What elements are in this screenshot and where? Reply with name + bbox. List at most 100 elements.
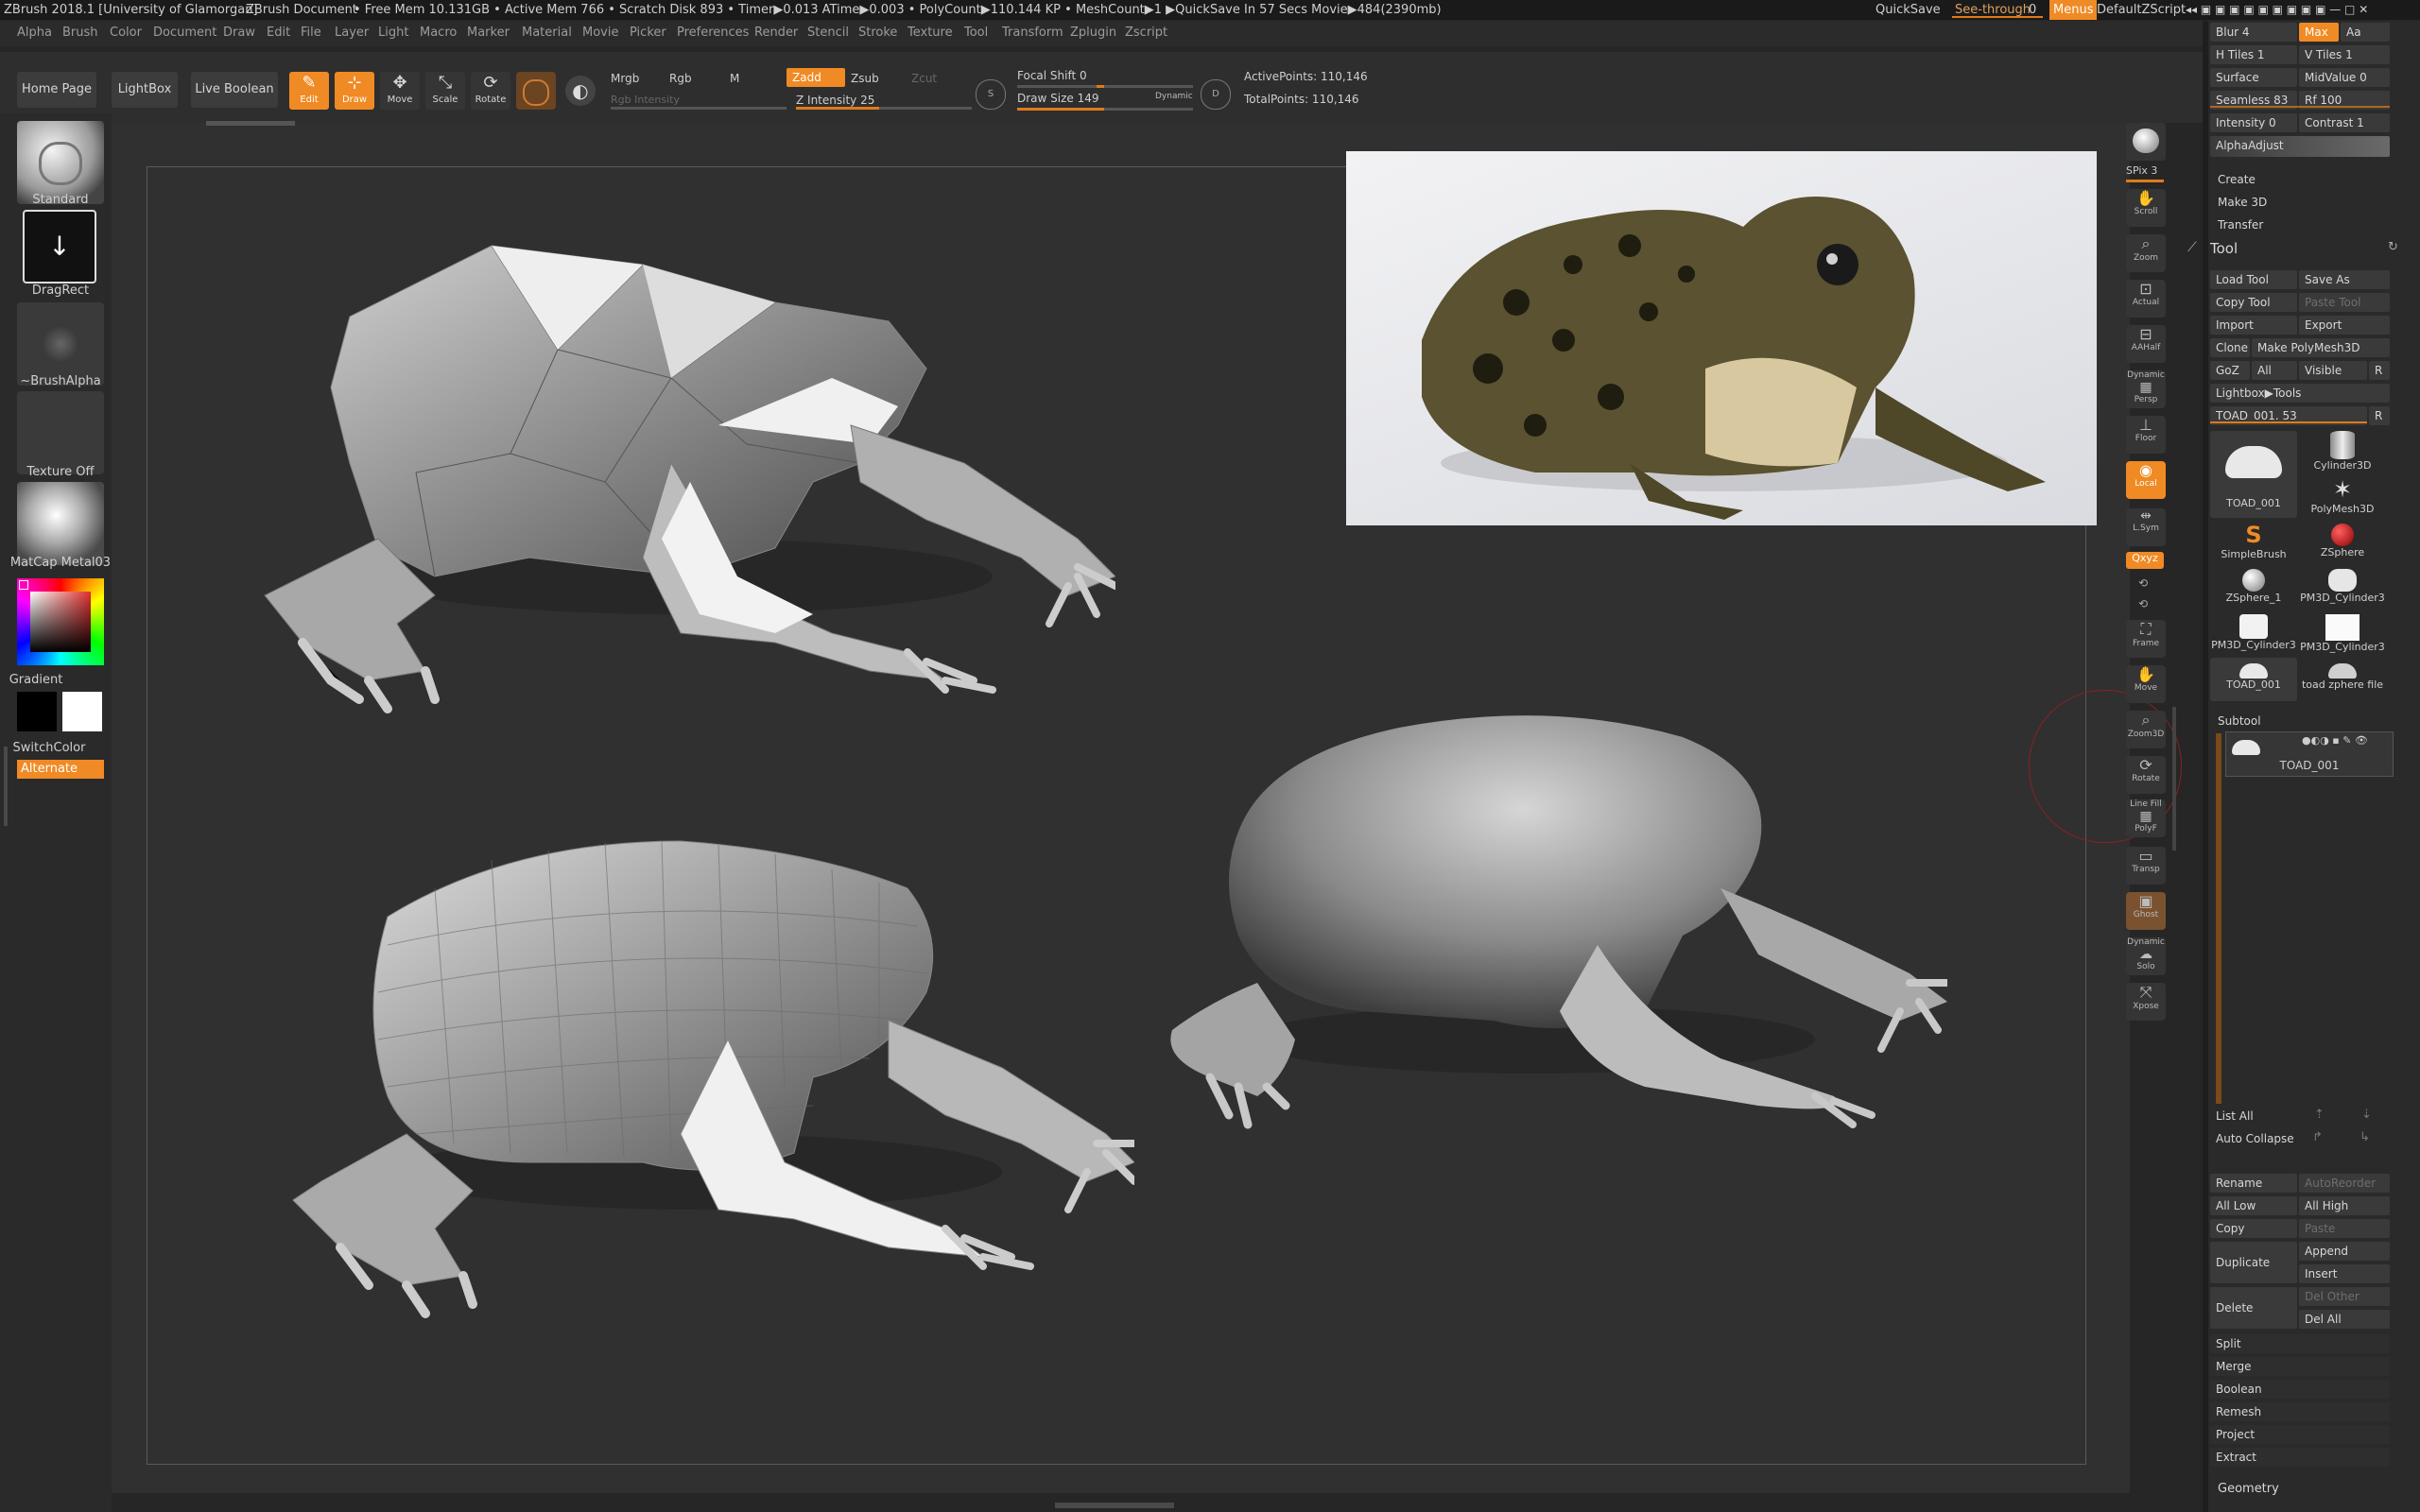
rename-button[interactable]: Rename xyxy=(2210,1174,2297,1193)
geometry-button[interactable]: Geometry xyxy=(2218,1482,2279,1496)
delete-button[interactable]: Delete xyxy=(2210,1287,2297,1329)
transp-button[interactable]: ▭ Transp xyxy=(2126,847,2166,885)
insert-button[interactable]: Insert xyxy=(2299,1264,2390,1283)
primary-color-swatch[interactable] xyxy=(17,692,57,731)
material-thumbnail[interactable] xyxy=(17,482,104,565)
menu-stencil[interactable]: Stencil xyxy=(807,26,849,40)
clone-button[interactable]: Clone xyxy=(2210,338,2250,357)
menu-stroke[interactable]: Stroke xyxy=(858,26,897,40)
zoom3d-button[interactable]: ⌕ Zoom3D xyxy=(2126,711,2166,748)
menu-movie[interactable]: Movie xyxy=(582,26,618,40)
subtool-item[interactable]: ●◐◑ ▪ ✎ 👁 TOAD_001 xyxy=(2225,731,2394,777)
spix-label[interactable]: SPix 3 xyxy=(2126,164,2157,177)
tool-thumb-toad-2[interactable]: TOAD_001 xyxy=(2210,658,2297,701)
menu-texture[interactable]: Texture xyxy=(908,26,953,40)
spix-slider[interactable] xyxy=(2126,180,2164,182)
del-all-button[interactable]: Del All xyxy=(2299,1310,2390,1329)
split-button[interactable]: Split xyxy=(2210,1334,2390,1353)
lsym-button[interactable]: ⇹ L.Sym xyxy=(2126,508,2166,546)
seethrough-slider[interactable] xyxy=(1952,16,2043,18)
menu-edit[interactable]: Edit xyxy=(267,26,290,40)
tool-thumb-toad[interactable]: TOAD_001 xyxy=(2210,431,2297,518)
menu-transform[interactable]: Transform xyxy=(1002,26,1063,40)
rotate-small-icon-2[interactable]: ⟲ xyxy=(2138,597,2148,610)
menu-alpha[interactable]: Alpha xyxy=(17,26,52,40)
sphere-icon[interactable]: ◐ xyxy=(565,76,596,106)
rotate-small-icon[interactable]: ⟲ xyxy=(2138,576,2148,590)
tool-thumb-pm3d-cylinder-a[interactable]: PM3D_Cylinder3 xyxy=(2299,567,2386,610)
max-button[interactable]: Max xyxy=(2299,23,2339,42)
surface-button[interactable]: Surface xyxy=(2210,68,2297,87)
subtool-visibility-icons[interactable]: ●◐◑ ▪ ✎ 👁 xyxy=(2302,734,2368,747)
copy-button[interactable]: Copy xyxy=(2210,1219,2297,1238)
goz-button[interactable]: GoZ xyxy=(2210,361,2250,380)
append-button[interactable]: Append xyxy=(2299,1242,2390,1261)
seethrough-label[interactable]: See-through xyxy=(1955,3,2031,17)
floor-button[interactable]: ⊥ Floor xyxy=(2126,416,2166,454)
load-tool-button[interactable]: Load Tool xyxy=(2210,270,2297,289)
transfer-button[interactable]: Transfer xyxy=(2218,218,2263,232)
import-button[interactable]: Import xyxy=(2210,316,2297,335)
menus-button[interactable]: Menus xyxy=(2049,0,2098,20)
auto-collapse-button[interactable]: Auto Collapse xyxy=(2216,1132,2294,1145)
subtool-scrollbar[interactable] xyxy=(2216,733,2221,1104)
arrow-up-icon[interactable]: ⇡ xyxy=(2314,1108,2325,1122)
switchcolor-button[interactable]: SwitchColor xyxy=(0,741,110,755)
alpha-thumbnail[interactable] xyxy=(17,302,104,386)
focal-shift-label[interactable]: Focal Shift 0 xyxy=(1017,69,1087,82)
list-all-button[interactable]: List All xyxy=(2216,1109,2254,1123)
quicksave-button[interactable]: QuickSave xyxy=(1876,3,1941,17)
menu-zplugin[interactable]: Zplugin xyxy=(1070,26,1116,40)
menu-macro[interactable]: Macro xyxy=(420,26,457,40)
stroke-thumbnail[interactable]: ↓ xyxy=(23,210,96,284)
window-controls-icon[interactable]: ◂◂ ▣ ▣ ▣ ▣ ▣ ▣ ▣ ▣ ▣ — □ ✕ xyxy=(2186,3,2368,16)
move-view-button[interactable]: ✋ Move xyxy=(2126,665,2166,703)
menu-layer[interactable]: Layer xyxy=(335,26,369,40)
save-as-button[interactable]: Save As xyxy=(2299,270,2390,289)
merge-button[interactable]: Merge xyxy=(2210,1357,2390,1376)
aa-button[interactable]: Aa xyxy=(2341,23,2390,42)
zsub-button[interactable]: Zsub xyxy=(851,72,879,85)
local-button[interactable]: ◉ Local xyxy=(2126,461,2166,499)
secondary-color-swatch[interactable] xyxy=(62,692,102,731)
midvalue-slider[interactable]: MidValue 0 xyxy=(2299,68,2390,87)
move-down-icon[interactable]: ↳ xyxy=(2360,1130,2370,1144)
tool-thumb-simplebrush[interactable]: S SimpleBrush xyxy=(2210,522,2297,565)
all-low-button[interactable]: All Low xyxy=(2210,1196,2297,1215)
extract-button[interactable]: Extract xyxy=(2210,1448,2390,1467)
goz-visible-button[interactable]: Visible xyxy=(2299,361,2367,380)
midpoly-toad-model[interactable] xyxy=(284,832,1134,1323)
symmetry-d-icon[interactable]: D xyxy=(1201,79,1231,110)
tool-thumb-cylinder[interactable]: Cylinder3D xyxy=(2299,431,2386,474)
menu-light[interactable]: Light xyxy=(378,26,408,40)
alphaadjust-curve[interactable]: AlphaAdjust xyxy=(2210,136,2390,157)
lightbox-tools-button[interactable]: Lightbox▶Tools xyxy=(2210,384,2390,403)
rgb-button[interactable]: Rgb xyxy=(669,72,692,85)
m-button[interactable]: M xyxy=(730,72,739,85)
vtiles-slider[interactable]: V Tiles 1 xyxy=(2299,45,2390,64)
lowpoly-toad-model[interactable] xyxy=(246,236,1115,747)
tool-thumb-pm3d-cylinder-b[interactable]: PM3D_Cylinder3 xyxy=(2210,612,2297,656)
all-high-button[interactable]: All High xyxy=(2299,1196,2390,1215)
intensity-slider[interactable]: Intensity 0 xyxy=(2210,113,2297,132)
move-button[interactable]: ✥ Move xyxy=(380,72,420,110)
rotate-view-button[interactable]: ⟳ Rotate xyxy=(2126,756,2166,794)
remesh-button[interactable]: Remesh xyxy=(2210,1402,2390,1421)
zcut-button[interactable]: Zcut xyxy=(911,72,937,85)
menu-preferences[interactable]: Preferences xyxy=(677,26,749,40)
ghost-button[interactable]: ▣ Ghost xyxy=(2126,892,2166,930)
menu-brush[interactable]: Brush xyxy=(62,26,98,40)
z-intensity-label[interactable]: Z Intensity 25 xyxy=(796,94,874,107)
edit-button[interactable]: ✎ Edit xyxy=(289,72,329,110)
left-scrollbar[interactable] xyxy=(4,747,8,826)
tool-thumb-zsphere1[interactable]: ZSphere_1 xyxy=(2210,567,2297,610)
gradient-label[interactable]: Gradient xyxy=(0,673,96,687)
zadd-button[interactable]: Zadd xyxy=(786,68,845,87)
mrgb-button[interactable]: Mrgb xyxy=(611,72,639,85)
refresh-icon[interactable]: ↻ xyxy=(2388,240,2398,254)
project-button[interactable]: Project xyxy=(2210,1425,2390,1444)
contrast-slider[interactable]: Contrast 1 xyxy=(2299,113,2390,132)
material-swatch-button[interactable] xyxy=(516,72,556,110)
tool-thumb-toad-zsphere[interactable]: toad zphere file xyxy=(2299,658,2386,701)
brush-thumbnail[interactable] xyxy=(17,121,104,204)
